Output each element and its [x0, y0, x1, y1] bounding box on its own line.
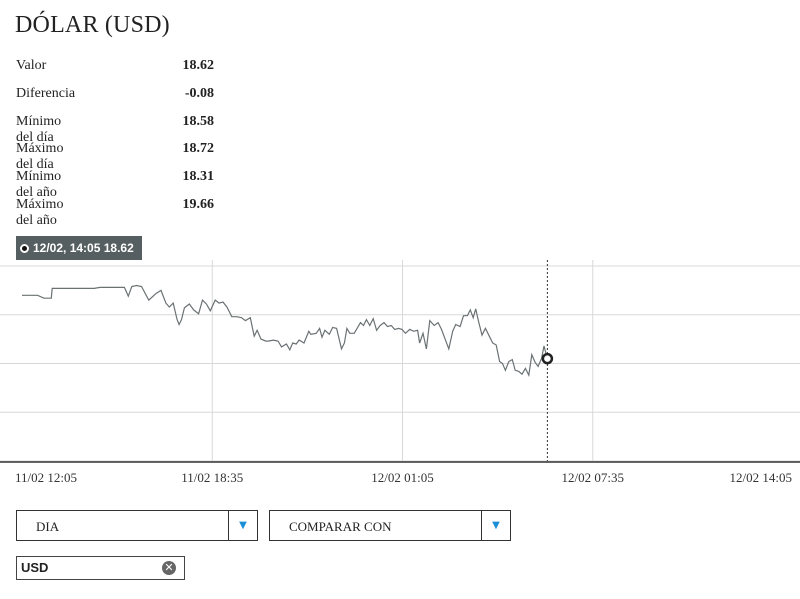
stat-value: 18.62: [182, 58, 215, 73]
period-select-value: DIA: [36, 519, 60, 534]
x-axis-ticks: 11/02 12:05 11/02 18:35 12/02 01:05 12/02 0…: [15, 470, 792, 485]
stat-value: 18.31: [182, 169, 215, 185]
x-tick-label: 11/02 18:35: [181, 470, 243, 485]
stat-value: 19.66: [182, 196, 215, 212]
chart-grid: [0, 260, 800, 463]
stat-value: 18.58: [182, 113, 215, 129]
currency-chip-usd: USD ✕: [16, 556, 185, 580]
compare-select-value: COMPARAR CON: [289, 519, 392, 534]
chip-label: USD: [21, 560, 49, 575]
price-chart[interactable]: 11/02 12:05 11/02 18:35 12/02 01:05 12/02 0…: [0, 260, 800, 490]
chevron-down-icon[interactable]: ▼: [228, 511, 257, 540]
stat-value: 18.72: [182, 141, 215, 157]
x-tick-label: 12/02 07:35: [562, 470, 624, 485]
x-tick-label: 12/02 01:05: [371, 470, 433, 485]
series-line: [22, 284, 548, 378]
x-tick-label: 12/02 14:05: [730, 470, 792, 485]
chevron-down-icon[interactable]: ▼: [481, 511, 510, 540]
stat-label: Máximo del año: [16, 196, 64, 228]
tooltip-text: 12/02, 14:05 18.62: [33, 241, 134, 255]
chart-tooltip: 12/02, 14:05 18.62: [16, 236, 142, 260]
page-title: DÓLAR (USD): [15, 12, 170, 38]
period-select[interactable]: DIA ▼: [16, 510, 258, 541]
chart-svg[interactable]: 11/02 12:05 11/02 18:35 12/02 01:05 12/02 0…: [0, 260, 800, 490]
x-tick-label: 11/02 12:05: [15, 470, 77, 485]
stat-label: Diferencia: [16, 85, 76, 101]
currency-quote-page: DÓLAR (USD) Valor 18.62 Diferencia -0.08…: [0, 0, 800, 599]
last-point-marker[interactable]: [541, 352, 554, 365]
close-icon[interactable]: ✕: [162, 561, 176, 575]
stat-label: Valor: [16, 58, 47, 73]
tooltip-marker-icon: [20, 243, 29, 253]
compare-select[interactable]: COMPARAR CON ▼: [269, 510, 511, 541]
stat-value: -0.08: [184, 85, 214, 101]
